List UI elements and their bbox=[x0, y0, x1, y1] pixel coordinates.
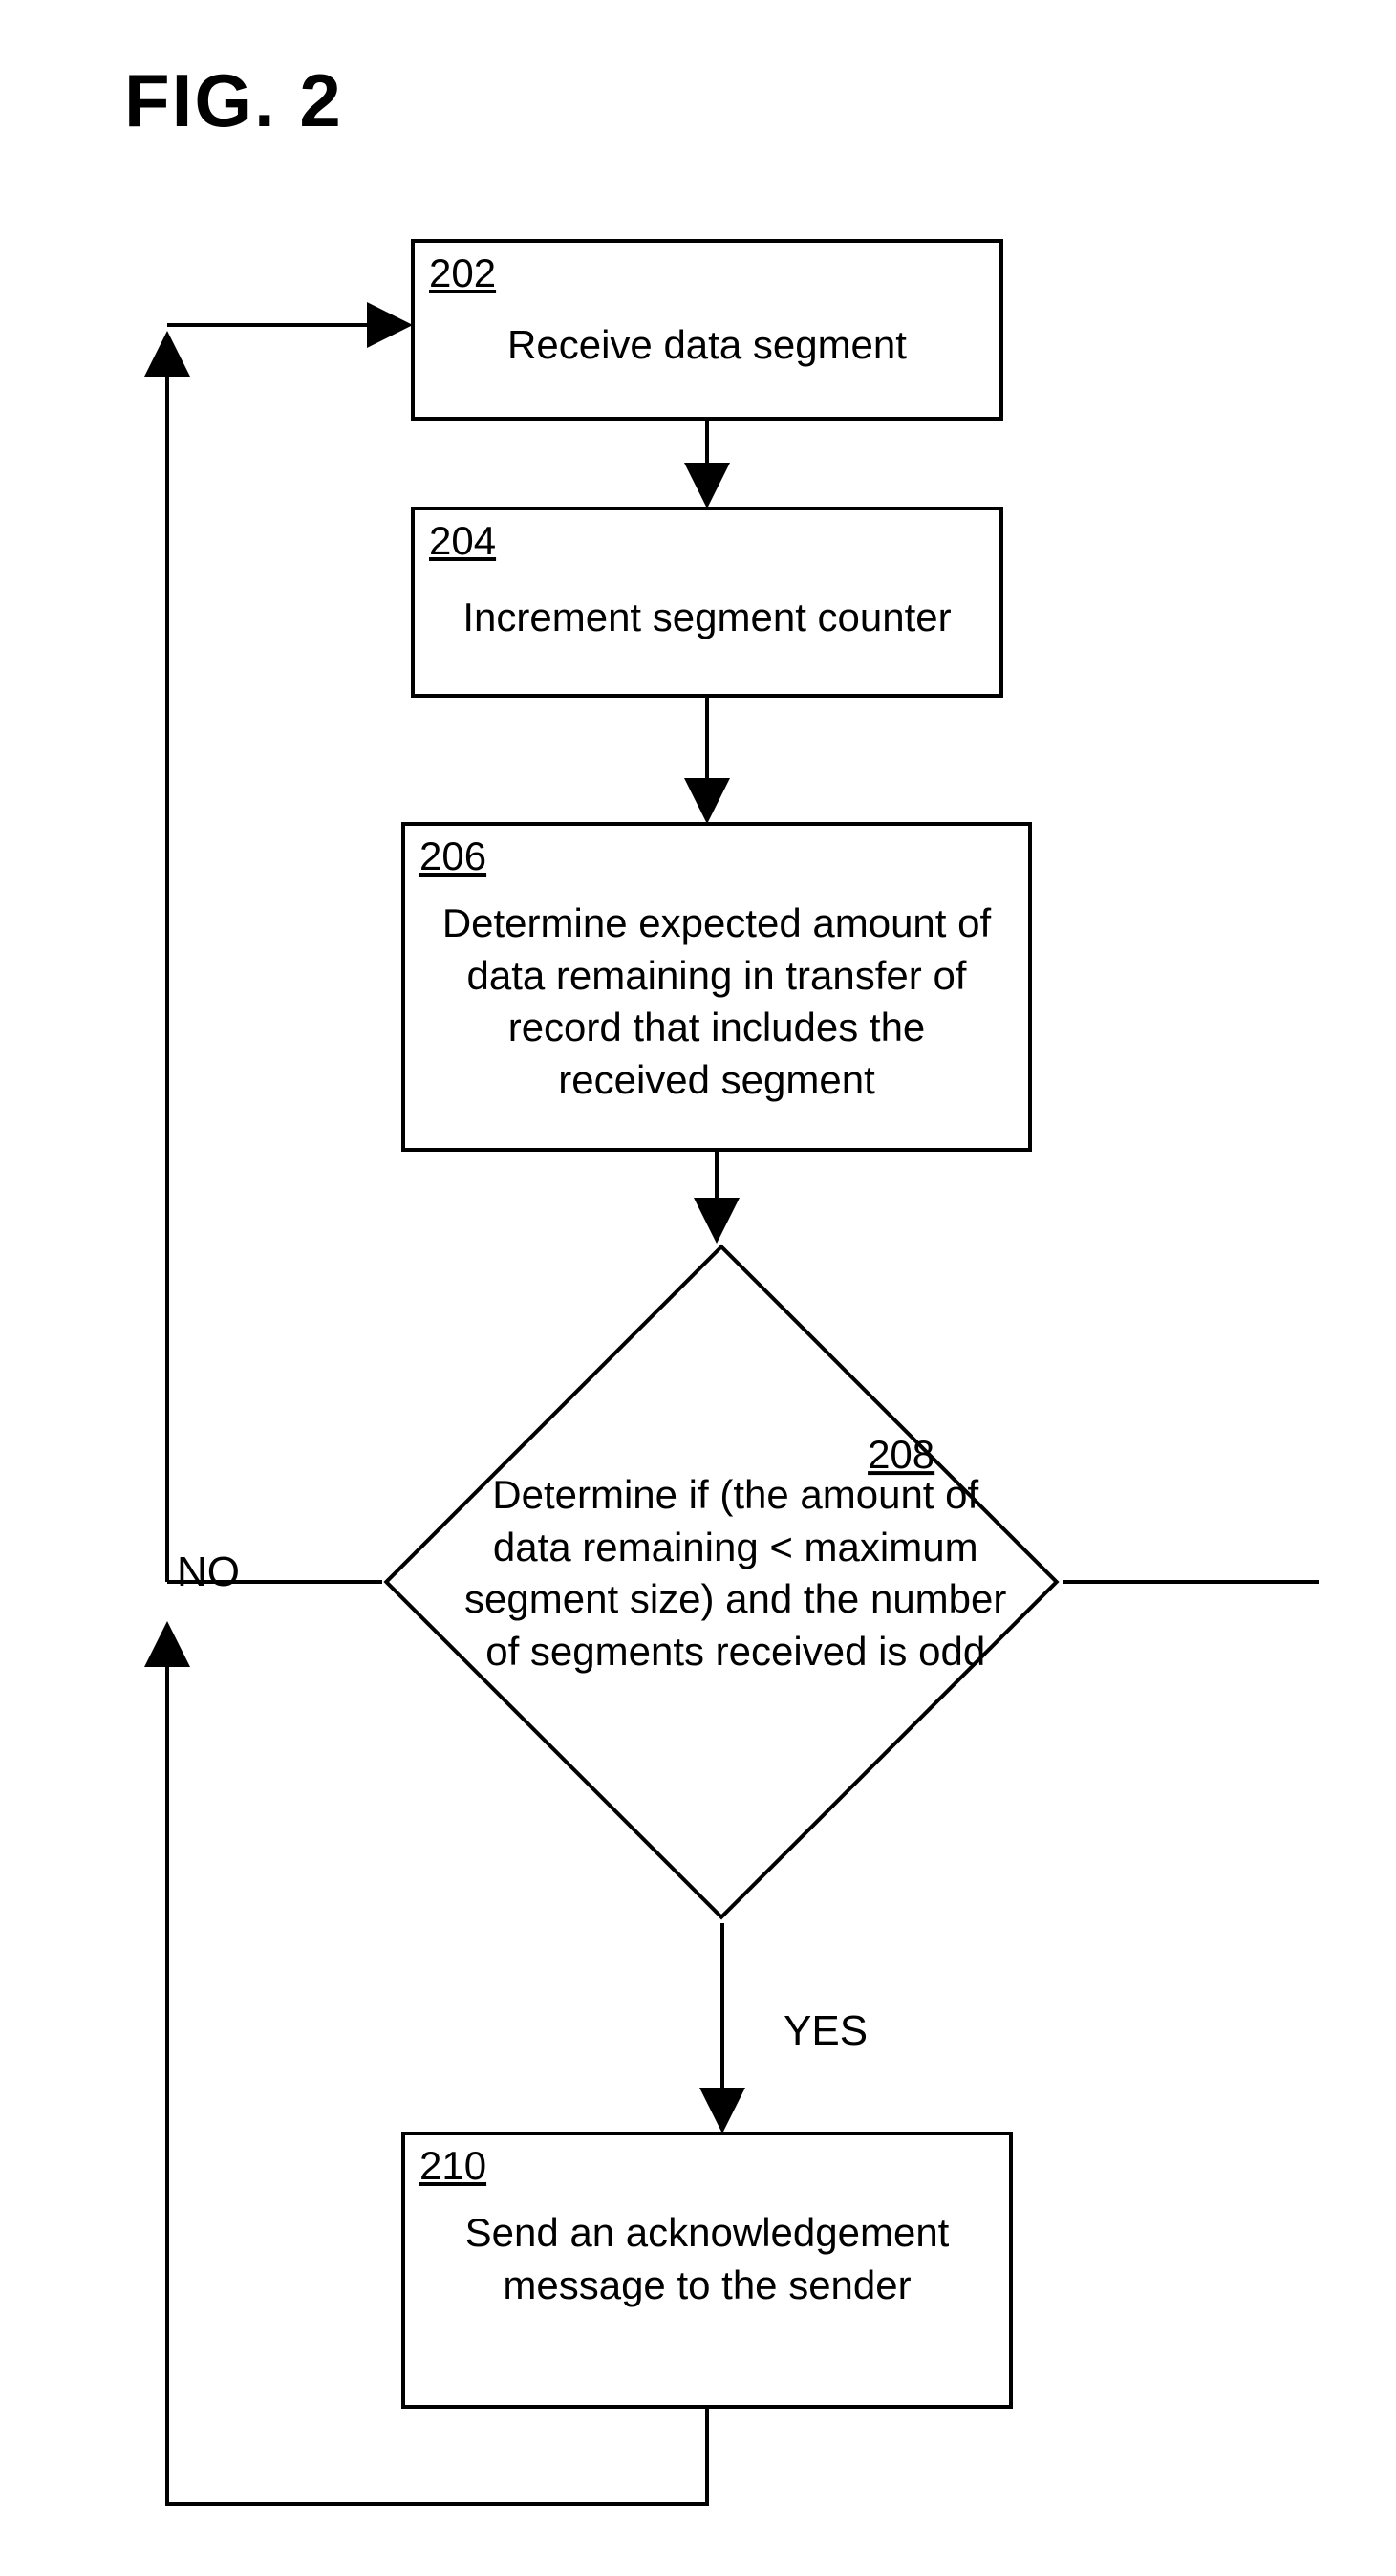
node-206-num: 206 bbox=[419, 833, 486, 879]
node-208: 208 Determine if (the amount of data rem… bbox=[383, 1244, 1059, 1919]
label-no: NO bbox=[177, 1548, 240, 1596]
figure-title: FIG. 2 bbox=[124, 57, 343, 144]
node-202-num: 202 bbox=[429, 250, 496, 296]
node-202-text: Receive data segment bbox=[415, 319, 999, 372]
node-210-num: 210 bbox=[419, 2143, 486, 2189]
node-210: 210 Send an acknowledgement message to t… bbox=[401, 2132, 1013, 2409]
node-204-num: 204 bbox=[429, 518, 496, 564]
node-204-text: Increment segment counter bbox=[415, 592, 999, 644]
node-210-text: Send an acknowledgement message to the s… bbox=[405, 2207, 1009, 2311]
node-204: 204 Increment segment counter bbox=[411, 507, 1003, 698]
node-208-text: Determine if (the amount of data remaini… bbox=[449, 1469, 1022, 1678]
node-206: 206 Determine expected amount of data re… bbox=[401, 822, 1032, 1152]
node-206-text: Determine expected amount of data remain… bbox=[405, 898, 1028, 1106]
label-yes: YES bbox=[784, 2007, 868, 2055]
node-202: 202 Receive data segment bbox=[411, 239, 1003, 421]
